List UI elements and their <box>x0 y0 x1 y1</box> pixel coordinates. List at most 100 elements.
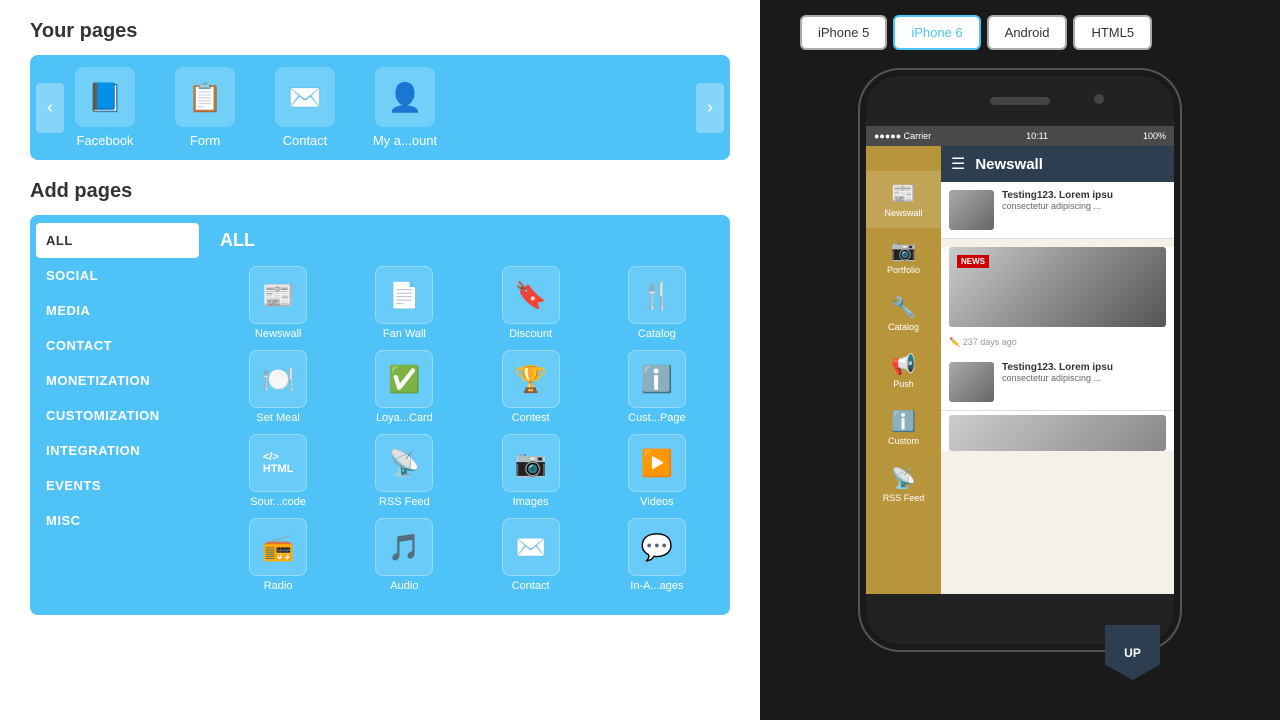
app-in_app_pages[interactable]: 💬 In-A...ages <box>599 518 715 592</box>
category-integration[interactable]: INTEGRATION <box>30 433 205 468</box>
app-icon-catalog: 🍴 <box>628 266 686 324</box>
carousel-page-contact[interactable]: ✉️ Contact <box>270 67 340 148</box>
carousel-arrow-right[interactable]: › <box>696 83 724 133</box>
app-label-custom_page: Cust...Page <box>628 412 685 424</box>
sidebar-nav-portfolio[interactable]: 📷 Portfolio <box>866 228 941 285</box>
app-icon-newswall: 📰 <box>249 266 307 324</box>
hamburger-icon[interactable]: ☰ <box>951 154 965 174</box>
carousel-label-form: Form <box>190 133 220 148</box>
news-thumb-1 <box>949 190 994 230</box>
sidebar-nav-icon-catalog: 🔧 <box>891 295 916 320</box>
page-items-list: 📘 Facebook 📋 Form ✉️ Contact 👤 My a...ou… <box>70 67 440 148</box>
right-panel: iPhone 5iPhone 6AndroidHTML5 ●●●●● Carri… <box>760 0 1280 720</box>
iphone-camera <box>1094 94 1104 104</box>
app-loyalty_card[interactable]: ✅ Loya...Card <box>346 350 462 424</box>
category-contact[interactable]: CONTACT <box>30 328 205 363</box>
add-pages-title: Add pages <box>30 180 730 203</box>
app-icon-fan_wall: 📄 <box>375 266 433 324</box>
app-images[interactable]: 📷 Images <box>473 434 589 508</box>
apps-grid-container: ALL 📰 Newswall 📄 Fan Wall 🔖 Discount 🍴 C… <box>205 215 730 615</box>
news-body-3: consectetur adipiscing ... <box>1002 373 1166 383</box>
news-body-1: consectetur adipiscing ... <box>1002 201 1166 211</box>
sidebar-nav-label-rss_feed: RSS Feed <box>883 493 925 503</box>
device-buttons: iPhone 5iPhone 6AndroidHTML5 <box>800 15 1152 50</box>
app-icon-images: 📷 <box>502 434 560 492</box>
news-large-thumb: NEWS <box>949 247 1166 327</box>
app-icon-rss_feed: 📡 <box>375 434 433 492</box>
device-btn-iphone5[interactable]: iPhone 5 <box>800 15 887 50</box>
sidebar-nav-catalog[interactable]: 🔧 Catalog <box>866 285 941 342</box>
sidebar-nav-icon-custom: ℹ️ <box>891 409 916 434</box>
app-contact2[interactable]: ✉️ Contact <box>473 518 589 592</box>
app-radio[interactable]: 📻 Radio <box>220 518 336 592</box>
iphone-speaker <box>990 97 1050 105</box>
app-label-discount: Discount <box>509 328 552 340</box>
carousel-label-facebook: Facebook <box>76 133 133 148</box>
app-videos[interactable]: ▶️ Videos <box>599 434 715 508</box>
app-icon-in_app_pages: 💬 <box>628 518 686 576</box>
carousel-page-my_account[interactable]: 👤 My a...ount <box>370 67 440 148</box>
sidebar-nav-icon-newswall: 📰 <box>891 181 916 206</box>
category-customization[interactable]: CUSTOMIZATION <box>30 398 205 433</box>
sidebar-nav-push[interactable]: 📢 Push <box>866 342 941 399</box>
app-audio[interactable]: 🎵 Audio <box>346 518 462 592</box>
category-misc[interactable]: MISC <box>30 503 205 538</box>
app-fan_wall[interactable]: 📄 Fan Wall <box>346 266 462 340</box>
app-icon-custom_page: ℹ️ <box>628 350 686 408</box>
iphone-mockup: ●●●●● Carrier 10:11 100% 📰 Newswall 📷 Po… <box>860 70 1180 650</box>
carousel-page-facebook[interactable]: 📘 Facebook <box>70 67 140 148</box>
app-catalog[interactable]: 🍴 Catalog <box>599 266 715 340</box>
app-newswall[interactable]: 📰 Newswall <box>220 266 336 340</box>
app-custom_page[interactable]: ℹ️ Cust...Page <box>599 350 715 424</box>
app-source_code[interactable]: </>HTML Sour...code <box>220 434 336 508</box>
sidebar-nav-label-push: Push <box>893 379 914 389</box>
category-social[interactable]: SOCIAL <box>30 258 205 293</box>
news-timestamp: ✏️ 237 days ago <box>941 335 1174 350</box>
app-rss_feed[interactable]: 📡 RSS Feed <box>346 434 462 508</box>
app-icon-contest: 🏆 <box>502 350 560 408</box>
news-text-1: Testing123. Lorem ipsu consectetur adipi… <box>1002 190 1166 230</box>
news-item-3: Testing123. Lorem ipsu consectetur adipi… <box>941 354 1174 411</box>
news-thumb-img-1 <box>949 190 994 230</box>
carousel-page-form[interactable]: 📋 Form <box>170 67 240 148</box>
sidebar-nav-newswall[interactable]: 📰 Newswall <box>866 171 941 228</box>
sidebar-nav-label-portfolio: Portfolio <box>887 265 920 275</box>
left-panel: Your pages ‹ 📘 Facebook 📋 Form ✉️ Contac… <box>0 0 760 720</box>
news-bottom-thumb <box>941 411 1174 451</box>
category-all[interactable]: ALL <box>36 223 199 258</box>
sidebar-nav-label-custom: Custom <box>888 436 919 446</box>
category-events[interactable]: EVENTS <box>30 468 205 503</box>
statusbar-battery: 100% <box>1143 131 1166 141</box>
sidebar-nav-label-newswall: Newswall <box>884 208 922 218</box>
statusbar-time: 10:11 <box>1026 131 1048 141</box>
iphone-screen: ●●●●● Carrier 10:11 100% 📰 Newswall 📷 Po… <box>866 126 1174 594</box>
app-icon-loyalty_card: ✅ <box>375 350 433 408</box>
statusbar-signal: ●●●●● Carrier <box>874 131 931 141</box>
category-monetization[interactable]: MONETIZATION <box>30 363 205 398</box>
device-btn-android[interactable]: Android <box>987 15 1068 50</box>
news-feed: Testing123. Lorem ipsu consectetur adipi… <box>941 182 1174 451</box>
app-discount[interactable]: 🔖 Discount <box>473 266 589 340</box>
app-label-loyalty_card: Loya...Card <box>376 412 433 424</box>
app-label-contest: Contest <box>512 412 550 424</box>
app-icon-audio: 🎵 <box>375 518 433 576</box>
news-text-3: Testing123. Lorem ipsu consectetur adipi… <box>1002 362 1166 402</box>
app-label-rss_feed: RSS Feed <box>379 496 430 508</box>
app-label-contact2: Contact <box>512 580 550 592</box>
sidebar-nav-rss_feed[interactable]: 📡 RSS Feed <box>866 456 941 513</box>
news-large-section: NEWS ✏️ 237 days ago <box>941 247 1174 354</box>
app-contest[interactable]: 🏆 Contest <box>473 350 589 424</box>
your-pages-title: Your pages <box>30 20 730 43</box>
device-btn-iphone6[interactable]: iPhone 6 <box>893 15 980 50</box>
sidebar-nav-icon-rss_feed: 📡 <box>891 466 916 491</box>
sidebar-nav-custom[interactable]: ℹ️ Custom <box>866 399 941 456</box>
up-badge[interactable]: UP <box>1105 625 1160 680</box>
sidebar-nav-icon-push: 📢 <box>891 352 916 377</box>
app-label-in_app_pages: In-A...ages <box>630 580 683 592</box>
category-media[interactable]: MEDIA <box>30 293 205 328</box>
app-set_meal[interactable]: 🍽️ Set Meal <box>220 350 336 424</box>
carousel-arrow-left[interactable]: ‹ <box>36 83 64 133</box>
device-btn-html5[interactable]: HTML5 <box>1073 15 1152 50</box>
news-thumb-3 <box>949 362 994 402</box>
iphone-top <box>866 76 1174 126</box>
